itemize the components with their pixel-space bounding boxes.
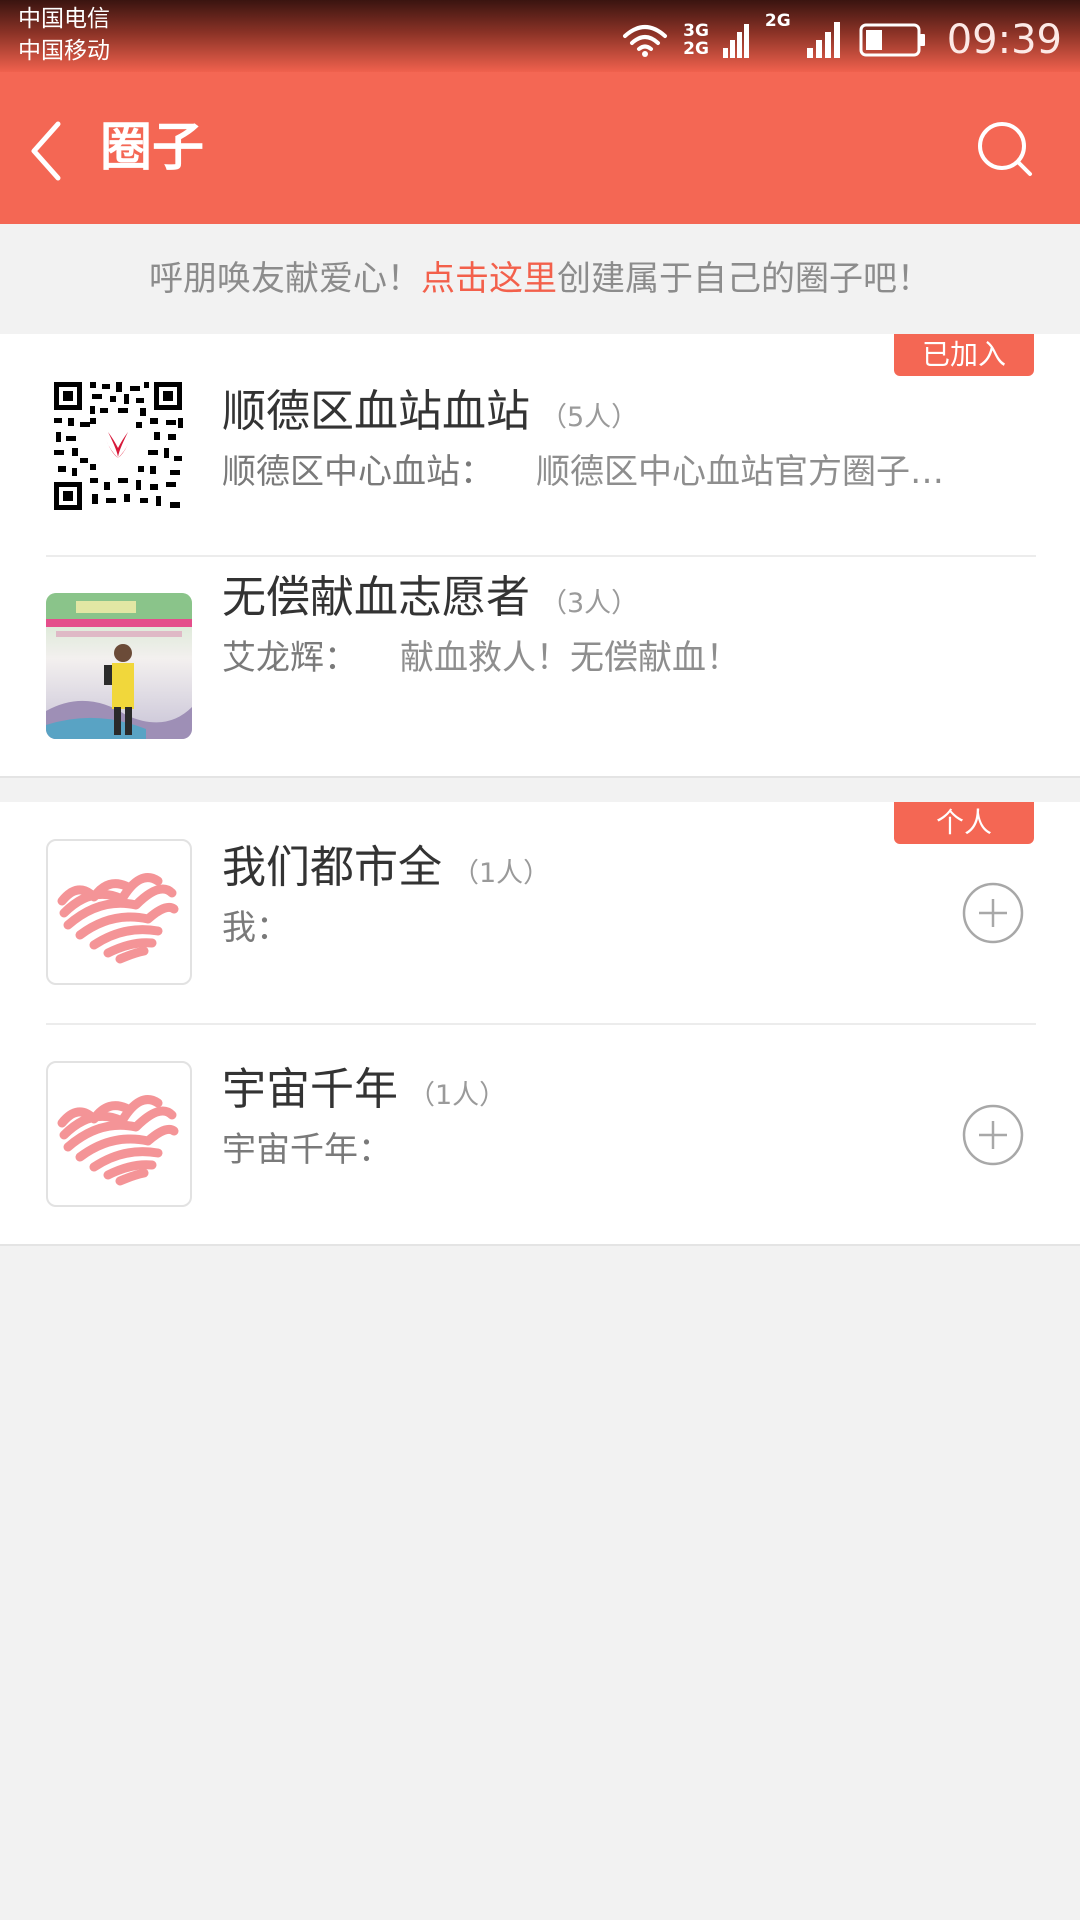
message-author: 我：	[222, 908, 290, 948]
member-count: （5人）	[540, 402, 639, 433]
message-text: 顺德区中心血站官方圈子…	[536, 452, 944, 492]
circle-row[interactable]: 顺德区血站血站 （5人） 顺德区中心血站： 顺德区中心血站官方圈子…	[0, 334, 1080, 554]
back-button[interactable]	[24, 116, 84, 186]
circle-name: 顺德区血站血站 （5人）	[222, 384, 638, 446]
circle-name-text: 顺德区血站血站	[222, 386, 530, 437]
circle-name-text: 我们都市全	[222, 842, 442, 893]
join-circle-button[interactable]	[962, 1104, 1024, 1166]
personal-circles-section: 个人 我们都市全 （1人） 我： 宇宙千年 （1人） 宇宙千年：	[0, 802, 1080, 1246]
create-circle-banner: 呼朋唤友献爱心！点击这里创建属于自己的圈子吧！	[0, 224, 1080, 334]
member-count: （1人）	[452, 858, 551, 889]
wifi-icon	[623, 25, 668, 57]
member-count: （1人）	[408, 1080, 507, 1111]
circle-name-text: 宇宙千年	[222, 1064, 398, 1115]
create-circle-link[interactable]: 点击这里	[421, 259, 557, 299]
message-author: 艾龙辉：	[222, 638, 358, 678]
circle-row[interactable]: 宇宙千年 （1人） 宇宙千年：	[0, 1024, 1080, 1244]
heart-scribble-icon	[57, 1095, 179, 1186]
member-count: （3人）	[540, 588, 639, 619]
network-2g-label: 2G	[683, 39, 709, 59]
volunteer-photo-icon	[46, 593, 192, 739]
network-label-1: 3G 2G	[683, 22, 709, 58]
network-3g-label: 3G	[683, 21, 709, 41]
message-author: 宇宙千年：	[222, 1130, 392, 1170]
latest-message: 我：	[222, 906, 290, 950]
latest-message: 宇宙千年：	[222, 1128, 392, 1172]
message-text: 献血救人！无偿献血！	[400, 638, 740, 678]
joined-circles-section: 已加入 顺德区血站血站 （5人） 顺德区中心血站： 顺德区中心血站官方圈子… 无…	[0, 334, 1080, 778]
banner-prefix: 呼朋唤友献爱心！	[149, 259, 421, 299]
circle-row[interactable]: 无偿献血志愿者 （3人） 艾龙辉： 献血救人！无偿献血！	[0, 556, 1080, 776]
latest-message: 顺德区中心血站： 顺德区中心血站官方圈子…	[222, 450, 944, 494]
plus-circle-icon	[962, 1104, 1024, 1166]
circle-name: 我们都市全 （1人）	[222, 840, 550, 902]
search-button[interactable]	[976, 120, 1040, 184]
circle-row[interactable]: 我们都市全 （1人） 我：	[0, 802, 1080, 1022]
join-circle-button[interactable]	[962, 882, 1024, 944]
status-indicators: 3G 2G 2G 09:39	[621, 10, 1062, 70]
circle-name-text: 无偿献血志愿者	[222, 572, 530, 623]
banner-suffix: 创建属于自己的圈子吧！	[557, 259, 931, 299]
signal-bars-icon-2	[806, 22, 840, 58]
battery-icon	[859, 23, 925, 57]
search-icon	[978, 122, 1032, 176]
heart-scribble-icon	[57, 873, 179, 964]
network-2g-label-2: 2G	[764, 11, 791, 31]
back-arrow-icon	[31, 121, 61, 181]
circle-avatar-default	[46, 1061, 192, 1207]
circle-avatar-photo	[46, 593, 192, 739]
carrier-1: 中国电信	[18, 6, 110, 32]
app-bar: 圈子	[0, 72, 1080, 224]
circle-name: 宇宙千年 （1人）	[222, 1062, 506, 1124]
plus-circle-icon	[962, 882, 1024, 944]
signal-bars-icon	[722, 24, 749, 58]
qr-code-icon	[50, 378, 186, 514]
qr-code-avatar	[50, 378, 186, 514]
latest-message: 艾龙辉： 献血救人！无偿献血！	[222, 636, 740, 680]
carrier-2: 中国移动	[18, 38, 110, 64]
circle-name: 无偿献血志愿者 （3人）	[222, 570, 638, 632]
clock: 09:39	[946, 17, 1062, 63]
status-bar: 中国电信 中国移动 3G 2G 2G 09:39	[0, 0, 1080, 72]
message-author: 顺德区中心血站：	[222, 452, 494, 492]
circle-avatar-default	[46, 839, 192, 985]
page-title: 圈子	[100, 118, 205, 178]
